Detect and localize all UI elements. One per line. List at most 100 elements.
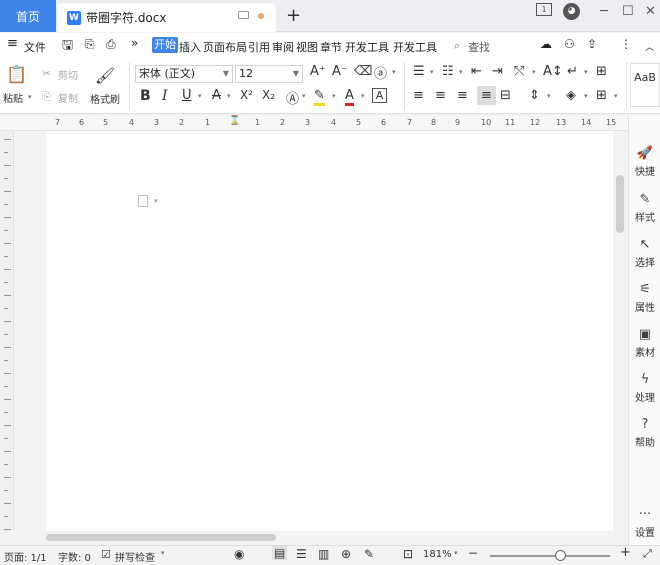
avatar[interactable]: ◕: [563, 3, 580, 20]
user-icon[interactable]: ⚇: [564, 37, 575, 51]
align-left-icon[interactable]: ≡: [413, 88, 424, 103]
document-page[interactable]: [46, 131, 613, 531]
cloud-icon[interactable]: ☁: [540, 37, 552, 51]
font-color-icon[interactable]: A: [345, 88, 354, 106]
sidepanel-item-settings[interactable]: ··· 设置: [630, 507, 660, 539]
increase-indent-icon[interactable]: ⇥: [492, 64, 503, 79]
sidepanel-item-process[interactable]: ϟ 处理: [630, 372, 660, 404]
justify-icon[interactable]: ≡: [477, 86, 496, 105]
export-icon[interactable]: ⎘: [85, 37, 95, 52]
shading-icon[interactable]: ◈: [566, 88, 576, 103]
monitor-icon[interactable]: [238, 11, 249, 19]
sort-icon[interactable]: A↕: [543, 64, 563, 79]
align-center-icon[interactable]: ≡: [435, 88, 446, 103]
eye-icon[interactable]: ◉: [234, 547, 244, 561]
paste-icon[interactable]: 📋: [6, 63, 28, 87]
close-button[interactable]: ✕: [645, 4, 656, 19]
tab-start[interactable]: 开始: [152, 37, 178, 53]
page-view-icon[interactable]: ▤: [272, 546, 288, 560]
sidepanel-item-help[interactable]: ? 帮助: [630, 417, 660, 449]
bullet-list-icon[interactable]: ☰: [413, 64, 425, 79]
distributed-align-icon[interactable]: ⊟: [500, 88, 511, 103]
document-tab[interactable]: W 带圈字符.docx: [58, 3, 276, 32]
bold-button[interactable]: B: [140, 88, 151, 104]
share-icon[interactable]: ⇪: [587, 37, 597, 51]
increase-font-icon[interactable]: A⁺: [310, 64, 326, 79]
tab-page-layout[interactable]: 页面布局: [203, 39, 247, 55]
sidepanel-item-quick[interactable]: 🚀 快捷: [630, 146, 660, 178]
borders-icon[interactable]: ⊞: [596, 88, 607, 103]
copy-button[interactable]: 复制: [58, 90, 78, 105]
sidepanel-item-select[interactable]: ↖ 选择: [630, 237, 660, 269]
font-name-select[interactable]: 宋体 (正文) ▼: [135, 65, 233, 83]
search-icon[interactable]: ⌕: [454, 39, 460, 53]
chevron-down-icon[interactable]: ▾: [392, 68, 396, 76]
decrease-indent-icon[interactable]: ⇤: [471, 64, 482, 79]
zoom-slider-thumb[interactable]: [555, 550, 566, 561]
chinese-layout-icon[interactable]: ⤲: [514, 64, 524, 79]
chevron-down-icon[interactable]: ▾: [584, 92, 588, 100]
save-icon[interactable]: 🖫: [62, 36, 73, 58]
cut-button[interactable]: 剪切: [58, 67, 78, 82]
tab-view[interactable]: 视图: [296, 39, 318, 55]
chevron-down-icon[interactable]: ▾: [332, 92, 336, 100]
tab-review[interactable]: 审阅: [272, 39, 294, 55]
tab-insert[interactable]: 插入: [179, 39, 201, 55]
maximize-button[interactable]: ☐: [622, 4, 634, 19]
web-view-icon[interactable]: ⊕: [341, 547, 351, 561]
checkbox-icon[interactable]: ☑: [101, 548, 111, 561]
hamburger-icon[interactable]: ≡: [7, 36, 18, 51]
italic-button[interactable]: I: [162, 88, 168, 104]
sidepanel-item-properties[interactable]: ⚟ 属性: [630, 282, 660, 314]
phonetic-icon[interactable]: ⓐ: [374, 63, 387, 82]
reading-view-icon[interactable]: ▥: [318, 547, 329, 561]
chevron-down-icon[interactable]: ▾: [430, 68, 434, 76]
tab-developer-2[interactable]: 开发工具: [393, 39, 437, 55]
vertical-scrollbar-thumb[interactable]: [616, 175, 624, 233]
zoom-out-button[interactable]: −: [468, 546, 478, 560]
indent-marker-icon[interactable]: ⌛: [229, 116, 240, 126]
paste-dropdown-icon[interactable]: ▾: [28, 93, 32, 101]
page-indicator[interactable]: 页面: 1/1: [4, 549, 47, 564]
write-view-icon[interactable]: ✎: [364, 547, 374, 561]
underline-button[interactable]: U: [182, 88, 192, 103]
format-painter-icon[interactable]: 🖌: [95, 63, 115, 87]
print-icon[interactable]: ⎙: [106, 37, 116, 52]
zoom-level[interactable]: 181%: [423, 549, 452, 560]
search-label[interactable]: 查找: [468, 39, 490, 55]
spellcheck-toggle[interactable]: 拼写检查: [115, 549, 155, 564]
decrease-font-icon[interactable]: A⁻: [332, 64, 348, 79]
collapse-ribbon-icon[interactable]: ︿: [645, 40, 654, 53]
numbered-list-icon[interactable]: ☷: [442, 64, 454, 79]
chevron-down-icon[interactable]: ▾: [361, 92, 365, 100]
chevron-down-icon[interactable]: ▾: [614, 92, 618, 100]
chevron-down-icon[interactable]: ▾: [161, 549, 165, 557]
chevron-down-icon[interactable]: ▾: [198, 92, 202, 100]
align-right-icon[interactable]: ≡: [457, 88, 468, 103]
new-tab-button[interactable]: +: [286, 5, 301, 26]
horizontal-scrollbar-thumb[interactable]: [46, 534, 276, 541]
zoom-slider-track[interactable]: [490, 555, 610, 557]
sidepanel-item-styles[interactable]: ✎ 样式: [630, 192, 660, 224]
fit-page-icon[interactable]: ⊡: [403, 547, 413, 561]
strikethrough-button[interactable]: A: [212, 88, 221, 103]
subscript-button[interactable]: X₂: [262, 88, 275, 102]
outline-view-icon[interactable]: ☰: [296, 547, 307, 561]
fullscreen-icon[interactable]: ⤢: [643, 547, 652, 561]
sidepanel-item-materials[interactable]: ▣ 素材: [630, 327, 660, 359]
highlight-icon[interactable]: ✎: [314, 88, 325, 106]
tab-references[interactable]: 引用: [248, 39, 270, 55]
show-marks-icon[interactable]: ↵: [567, 64, 578, 79]
vertical-ruler[interactable]: [0, 131, 14, 531]
paste-button[interactable]: 粘贴: [3, 91, 23, 105]
overflow-menu-icon[interactable]: ⋮: [620, 37, 632, 51]
clear-format-icon[interactable]: ⌫: [354, 64, 372, 79]
zoom-in-button[interactable]: +: [620, 545, 631, 560]
char-border-icon[interactable]: A: [372, 88, 387, 103]
text-effect-icon[interactable]: Ⓐ: [286, 88, 299, 107]
font-size-select[interactable]: 12 ▼: [235, 65, 303, 83]
tab-stop-icon[interactable]: ⊞: [596, 64, 607, 79]
chevron-down-icon[interactable]: ▾: [227, 92, 231, 100]
line-spacing-icon[interactable]: ⇕: [529, 88, 540, 103]
multi-window-icon[interactable]: 1: [536, 3, 552, 16]
